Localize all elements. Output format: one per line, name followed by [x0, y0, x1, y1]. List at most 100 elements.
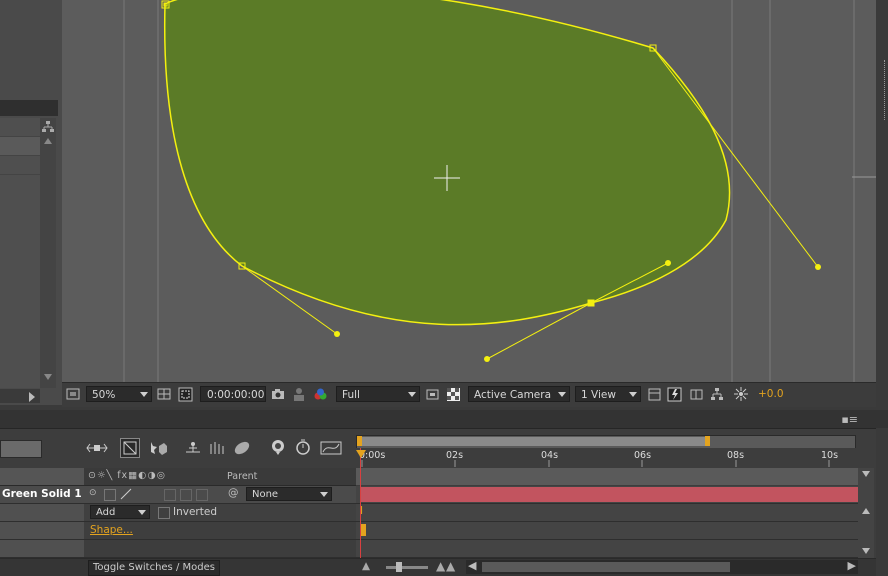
- scroll-down-icon[interactable]: [44, 374, 52, 380]
- exposure-icon[interactable]: [734, 387, 749, 402]
- project-scrollbar[interactable]: [40, 118, 56, 388]
- playhead-head-icon[interactable]: [356, 450, 366, 458]
- fast-previews-icon[interactable]: [647, 387, 662, 402]
- project-panel: [0, 0, 62, 405]
- mask-mode-dropdown[interactable]: Add: [90, 505, 150, 519]
- parent-value: None: [252, 489, 279, 500]
- hide-shy-layers-icon[interactable]: [148, 440, 168, 456]
- flowchart-icon[interactable]: [710, 387, 725, 402]
- hscroll-thumb[interactable]: [482, 562, 730, 572]
- resolution-dropdown[interactable]: Full: [336, 386, 420, 402]
- empty-row: [0, 540, 356, 558]
- color-channels-icon[interactable]: [313, 387, 328, 402]
- resolution-grid-icon[interactable]: [157, 387, 172, 402]
- viewer-toolbar: 50% 0:00:00:00 Full Active Camera 1 View…: [62, 382, 876, 407]
- timecode-value: 0:00:00:00: [207, 389, 265, 401]
- scroll-down-icon[interactable]: [862, 471, 870, 477]
- work-area-range[interactable]: [359, 437, 707, 446]
- pick-whip-icon[interactable]: @: [228, 487, 239, 499]
- quality-line-icon[interactable]: [119, 488, 133, 500]
- scroll-up-icon[interactable]: [862, 508, 870, 514]
- zoom-dropdown[interactable]: 50%: [86, 386, 152, 402]
- switch-box[interactable]: [180, 489, 192, 501]
- show-snapshot-icon[interactable]: [292, 387, 307, 402]
- work-area-start-handle[interactable]: [357, 436, 362, 446]
- scroll-right-icon[interactable]: [29, 392, 35, 402]
- switches-header-icons[interactable]: ⊙☼╲ fx▦◐◑◎: [88, 470, 166, 481]
- work-area-end-handle[interactable]: [705, 436, 710, 446]
- zoom-value: 50%: [92, 389, 116, 401]
- zoom-out-icon[interactable]: ▲: [362, 560, 370, 572]
- auto-keyframe-icon[interactable]: [268, 438, 288, 456]
- mask-mode-value: Add: [96, 507, 116, 518]
- layer-search-input[interactable]: [0, 440, 42, 458]
- comp-flowchart-icon[interactable]: [689, 387, 704, 402]
- scroll-right-icon[interactable]: ▶: [848, 559, 856, 572]
- switch-box[interactable]: [196, 489, 208, 501]
- comp-mini-flowchart-icon[interactable]: [86, 441, 108, 455]
- layer-row[interactable]: Green Solid 1 ⊙ @ None: [0, 486, 356, 504]
- time-ruler[interactable]: 0:00s 02s 04s 06s 08s 10s: [356, 448, 858, 467]
- layer-name[interactable]: Green Solid 1: [2, 488, 82, 500]
- transparency-grid-icon[interactable]: [446, 387, 461, 402]
- mask-shape-link[interactable]: Shape...: [90, 524, 133, 536]
- flowchart-icon[interactable]: [41, 120, 55, 134]
- timeline-tab-bar: ▪≡: [0, 410, 888, 429]
- timeline-hscroll[interactable]: ◀ ▶: [466, 559, 858, 574]
- shy-switch-icon[interactable]: ⊙: [89, 488, 97, 498]
- toggle-switches-modes-button[interactable]: Toggle Switches / Modes: [88, 560, 220, 576]
- parent-column-header[interactable]: Parent: [227, 471, 257, 482]
- snapshot-camera-icon[interactable]: [271, 387, 286, 402]
- graph-editor-icon[interactable]: [320, 440, 342, 456]
- panel-header: [0, 100, 58, 116]
- mask-track: I: [356, 504, 858, 522]
- layer-duration-bar[interactable]: [361, 487, 858, 502]
- stopwatch-icon[interactable]: [294, 438, 312, 456]
- column-header-row: ⊙☼╲ fx▦◐◑◎ Parent: [0, 468, 356, 486]
- always-preview-icon[interactable]: [66, 387, 81, 402]
- timeline-vscroll[interactable]: [858, 468, 874, 558]
- target-region-icon[interactable]: [425, 387, 440, 402]
- inverted-label: Inverted: [173, 506, 217, 518]
- panel-menu-icon[interactable]: ▪≡: [841, 413, 858, 426]
- right-edge-panel: [876, 0, 888, 410]
- layer-name-column[interactable]: [0, 468, 84, 485]
- right-gutter: [876, 428, 888, 575]
- zoom-in-icon[interactable]: ▲: [446, 559, 455, 573]
- mask-canvas[interactable]: [62, 0, 876, 382]
- composition-viewer[interactable]: [62, 0, 876, 382]
- timeline-bottom-bar: Toggle Switches / Modes ▲ ▲ ▲ ◀ ▶: [0, 558, 876, 576]
- motion-blur-icon[interactable]: [208, 440, 226, 456]
- scroll-down-icon[interactable]: [862, 548, 870, 554]
- quality-switch[interactable]: [104, 489, 116, 501]
- parent-dropdown[interactable]: None: [246, 487, 332, 501]
- work-area-bar[interactable]: [356, 435, 856, 449]
- draft-3d-icon[interactable]: [120, 438, 140, 458]
- zoom-slider-thumb[interactable]: [396, 562, 402, 572]
- mask-shape-track: [356, 522, 858, 540]
- exposure-value[interactable]: +0.0: [758, 388, 784, 400]
- mask-shape-row[interactable]: Shape...: [0, 522, 356, 540]
- scroll-left-icon[interactable]: ◀: [468, 559, 476, 572]
- project-list: [0, 118, 40, 388]
- zoom-in-icon[interactable]: ▲: [436, 559, 445, 573]
- mask-shape[interactable]: [163, 0, 731, 326]
- timecode-field[interactable]: 0:00:00:00: [200, 386, 266, 402]
- frame-blending-icon[interactable]: [184, 440, 202, 456]
- layer-track[interactable]: [356, 486, 858, 504]
- timeline-panel: ▪≡ 0:00s 02s 04s 06s 08s 10s ⊙☼╲ fx▦◐◑◎ …: [0, 410, 888, 576]
- region-of-interest-icon[interactable]: [178, 387, 193, 402]
- mask-row[interactable]: Add Inverted: [0, 504, 356, 522]
- brainstorm-icon[interactable]: [232, 440, 252, 456]
- views-value: 1 View: [581, 389, 616, 401]
- timeline-toggle-icon[interactable]: [667, 387, 682, 402]
- resolution-value: Full: [342, 389, 360, 401]
- track-header: [356, 468, 858, 485]
- inverted-checkbox[interactable]: [158, 507, 170, 519]
- views-dropdown[interactable]: 1 View: [575, 386, 641, 402]
- switch-box[interactable]: [164, 489, 176, 501]
- current-time-indicator[interactable]: [360, 448, 361, 558]
- scroll-up-icon[interactable]: [44, 138, 52, 144]
- camera-dropdown[interactable]: Active Camera: [468, 386, 570, 402]
- timeline-zoom-slider[interactable]: [386, 566, 428, 569]
